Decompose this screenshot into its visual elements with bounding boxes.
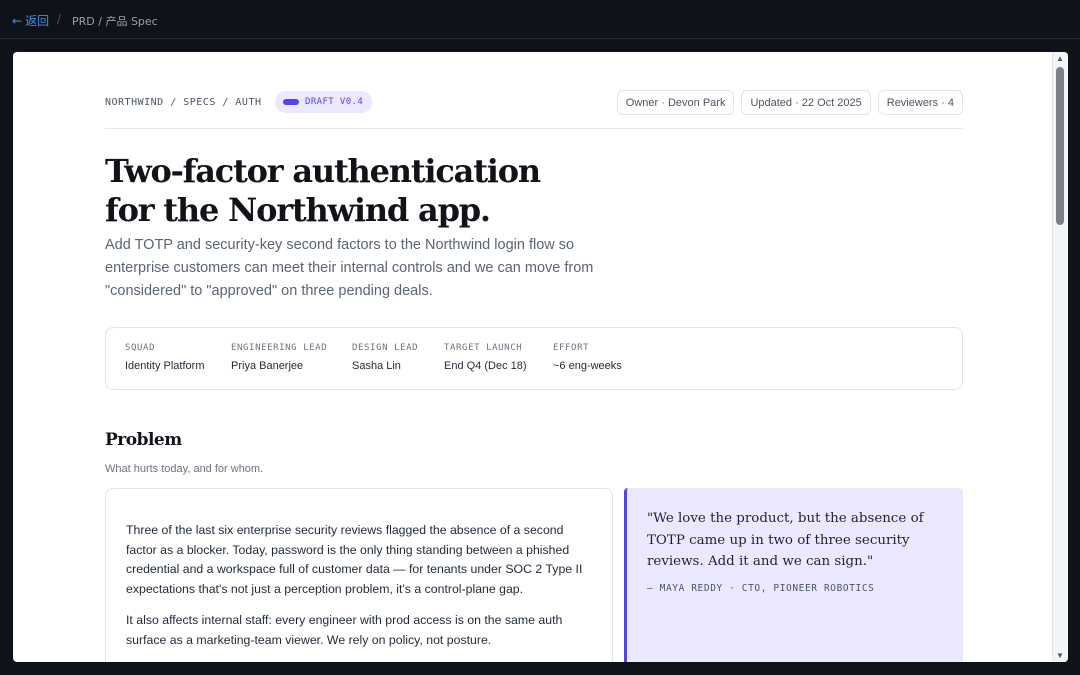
scroll-down-icon[interactable]: ▼ — [1056, 651, 1064, 660]
section-subheading: What hurts today, and for whom. — [105, 463, 264, 475]
scroll-up-icon[interactable]: ▲ — [1056, 54, 1064, 63]
vertical-scrollbar[interactable]: ▲ ▼ — [1052, 52, 1068, 662]
meta-chips: Owner · Devon Park Updated · 22 Oct 2025… — [616, 90, 963, 115]
page-title: Two-factor authentication for the Northw… — [105, 152, 705, 230]
fact-value: End Q4 (Dec 18) — [444, 360, 527, 372]
section-heading-problem: Problem — [105, 430, 182, 450]
status-dot-icon — [283, 99, 299, 105]
customer-quote-card: "We love the product, but the absence of… — [624, 488, 963, 662]
back-arrow-icon: ← — [12, 13, 23, 28]
top-bar: ← 返回 / PRD / 产品 Spec — [0, 0, 1080, 39]
fact-value: Identity Platform — [125, 360, 205, 372]
quote-text: "We love the product, but the absence of… — [647, 511, 924, 569]
document-viewer[interactable]: NORTHWIND / SPECS / AUTH DRAFT V0.4 Owne… — [13, 52, 1068, 662]
quote-attribution: — MAYA REDDY · CTO, PIONEER ROBOTICS — [647, 582, 875, 594]
updated-chip[interactable]: Updated · 22 Oct 2025 — [741, 90, 871, 115]
fact-design-lead: DESIGN LEAD Sasha Lin — [352, 343, 418, 372]
divider — [105, 128, 963, 129]
fact-label: EFFORT — [553, 343, 590, 353]
breadcrumb: NORTHWIND / SPECS / AUTH — [105, 97, 262, 108]
fact-label: SQUAD — [125, 343, 156, 353]
problem-paragraph: Three of the last six enterprise securit… — [126, 523, 583, 596]
fact-value: Priya Banerjee — [231, 360, 304, 372]
back-label: 返回 — [25, 14, 50, 28]
fact-engineering-lead: ENGINEERING LEAD Priya Banerjee — [231, 343, 327, 372]
status-badge-label: DRAFT V0.4 — [305, 97, 364, 107]
page-title-line-1: Two-factor authentication — [105, 152, 541, 190]
scrollbar-thumb[interactable] — [1056, 67, 1064, 225]
page-title-line-2: for the Northwind app. — [105, 191, 491, 229]
fact-label: TARGET LAUNCH — [444, 343, 523, 353]
owner-chip[interactable]: Owner · Devon Park — [616, 90, 735, 115]
problem-body-card: Three of the last six enterprise securit… — [105, 488, 613, 662]
breadcrumb-separator: / — [57, 12, 62, 26]
fact-squad: SQUAD Identity Platform — [125, 343, 204, 372]
back-link[interactable]: ← 返回 — [12, 12, 49, 29]
fact-label: DESIGN LEAD — [352, 343, 419, 353]
fact-label: ENGINEERING LEAD — [231, 343, 328, 353]
summary-paragraph: Add TOTP and security-key second factors… — [105, 237, 594, 299]
project-facts-card: SQUAD Identity Platform ENGINEERING LEAD… — [105, 327, 963, 390]
reviewers-chip[interactable]: Reviewers · 4 — [877, 90, 963, 115]
fact-effort: EFFORT ~6 eng-weeks — [553, 343, 622, 372]
fact-value: Sasha Lin — [352, 360, 401, 372]
fact-value: ~6 eng-weeks — [553, 360, 622, 372]
problem-paragraph: It also affects internal staff: every en… — [126, 613, 563, 647]
document-path: PRD / 产品 Spec — [72, 15, 158, 28]
fact-target-launch: TARGET LAUNCH End Q4 (Dec 18) — [444, 343, 527, 372]
meta-row: NORTHWIND / SPECS / AUTH DRAFT V0.4 Owne… — [105, 90, 963, 116]
status-badge: DRAFT V0.4 — [275, 91, 373, 113]
